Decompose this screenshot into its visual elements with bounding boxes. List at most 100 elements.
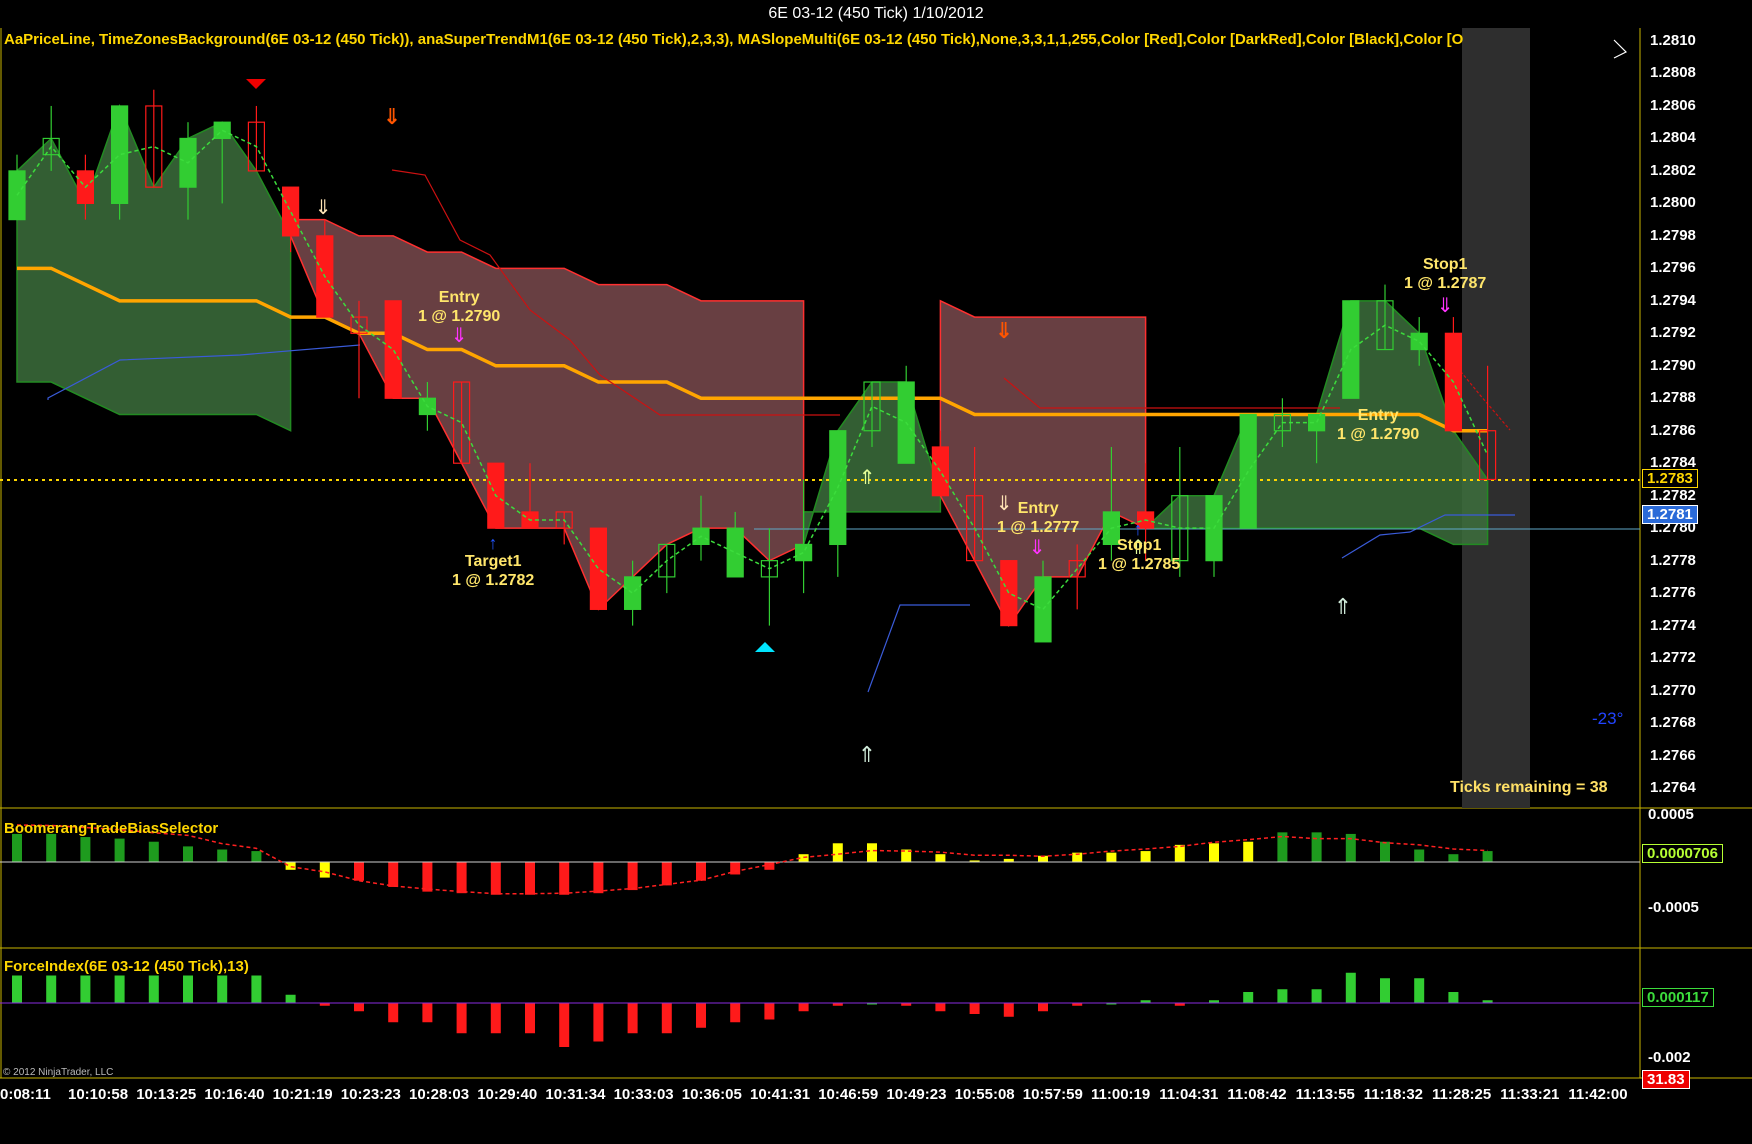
- cursor-icon: [1613, 39, 1628, 59]
- chart-canvas[interactable]: ⇓ ⇓ ⇓ ⇓ ⇑ ⇑ ⇑ ⇑ ⇓ ⇓ ⇓ ↑ ↑: [0, 0, 1752, 1144]
- price-tick: 1.2774: [1650, 616, 1696, 634]
- boomerang-panel-title: BoomerangTradeBiasSelector: [4, 820, 219, 837]
- boomerang-bar: [1482, 851, 1493, 862]
- time-tick: 11:13:55: [1295, 1086, 1355, 1103]
- boomerang-bar: [217, 849, 228, 862]
- force-bar: [183, 975, 193, 1003]
- time-tick: 10:49:23: [886, 1086, 947, 1103]
- boomerang-bar: [319, 862, 330, 878]
- force-bar: [285, 994, 296, 1003]
- stop-annotation: Stop1 1 @ 1.2785: [1098, 537, 1181, 573]
- boomerang-bar: [1140, 851, 1151, 862]
- force-bar: [114, 975, 125, 1003]
- price-tick: 1.2782: [1650, 486, 1696, 504]
- boomerang-bar: [114, 838, 125, 862]
- price-tick: 1.2770: [1650, 681, 1696, 699]
- entry-annotation: Entry 1 @ 1.2790: [1337, 407, 1420, 443]
- time-tick: 11:18:32: [1363, 1086, 1424, 1103]
- time-tick: 11:04:31: [1159, 1086, 1219, 1103]
- time-tick: 11:42:00: [1568, 1086, 1628, 1103]
- boomerang-signal-path: [16, 824, 1488, 895]
- entry-annotation: Entry 1 @ 1.2790: [418, 289, 501, 325]
- entry-arrow-icon: ⇓: [451, 325, 468, 347]
- force-bar: [1243, 992, 1254, 1003]
- force-bar: [388, 1003, 399, 1023]
- up-arrow-icon: ⇑: [859, 467, 876, 489]
- boomerang-signal-line: [16, 824, 1488, 895]
- force-bar: [559, 1003, 570, 1047]
- boomerang-bar: [696, 862, 706, 881]
- force-bar: [935, 1003, 946, 1012]
- force-value-tag: 0.000117: [1642, 988, 1714, 1007]
- force-panel-title: ForceIndex(6E 03-12 (450 Tick),13): [4, 958, 249, 975]
- boomerang-histogram: [12, 832, 1493, 895]
- boomerang-bar: [559, 862, 570, 895]
- force-extra-tag: 31.83: [1642, 1070, 1690, 1089]
- boomerang-bar: [1311, 832, 1322, 862]
- time-tick: 10:46:59: [818, 1086, 879, 1103]
- force-bar: [251, 975, 262, 1003]
- force-bar: [1380, 978, 1390, 1003]
- sell-signal-triangle: [246, 79, 266, 89]
- force-bar: [525, 1003, 535, 1034]
- force-bar: [798, 1003, 809, 1012]
- candle-body: [794, 543, 813, 562]
- candle-body: [1000, 560, 1018, 627]
- time-zone-background: [1462, 28, 1530, 808]
- copyright: © 2012 NinjaTrader, LLC: [3, 1067, 114, 1078]
- force-bar: [627, 1003, 638, 1034]
- boomerang-bar: [935, 854, 946, 862]
- candle-body: [1034, 576, 1052, 643]
- time-tick: 10:55:08: [954, 1086, 1015, 1103]
- time-tick: 10:10:58: [68, 1086, 129, 1103]
- boomerang-bar: [456, 862, 467, 894]
- price-tick: 1.2792: [1650, 324, 1696, 342]
- price-tick: 1.2776: [1650, 584, 1696, 602]
- boomerang-bar: [490, 862, 501, 895]
- stop-arrow-icon: ⇓: [1437, 295, 1454, 317]
- price-tick: 1.2790: [1650, 356, 1696, 374]
- force-bar: [1277, 989, 1288, 1003]
- force-bar: [1345, 972, 1356, 1003]
- boomerang-bar: [525, 862, 535, 895]
- boomerang-bar: [1243, 841, 1254, 862]
- force-bar: [1003, 1003, 1014, 1017]
- time-tick: 10:33:03: [613, 1086, 674, 1103]
- force-bar: [217, 975, 228, 1003]
- force-bar: [696, 1003, 706, 1028]
- boomerang-bar: [285, 862, 296, 870]
- boomerang-tick: -0.0005: [1648, 899, 1699, 916]
- boomerang-bar: [1448, 854, 1459, 862]
- force-bar: [46, 975, 57, 1003]
- time-tick: 10:29:40: [477, 1086, 538, 1103]
- up-arrow-icon: ⇑: [1334, 594, 1352, 619]
- force-bar: [969, 1003, 980, 1014]
- price-tick: 1.2804: [1650, 129, 1696, 147]
- time-tick: 11:33:21: [1500, 1086, 1560, 1103]
- time-tick: 10:28:03: [409, 1086, 470, 1103]
- candle-body: [282, 186, 300, 237]
- entry-annotation: Entry 1 @ 1.2777: [997, 500, 1080, 536]
- time-tick: 11:08:42: [1227, 1086, 1287, 1103]
- force-bar: [1448, 992, 1459, 1003]
- candle-body: [213, 121, 231, 140]
- price-tick: 1.2786: [1650, 421, 1696, 439]
- boomerang-bar: [867, 843, 877, 862]
- price-tick: 1.2806: [1650, 96, 1696, 114]
- force-bar: [730, 1003, 741, 1023]
- boomerang-bar: [1106, 852, 1117, 862]
- price-tick: 1.2808: [1650, 64, 1696, 82]
- time-tick: 10:13:25: [136, 1086, 197, 1103]
- boomerang-bar: [1209, 843, 1219, 862]
- time-tick: 0:08:11: [0, 1086, 51, 1103]
- last-price-tag: 1.2783: [1642, 469, 1698, 488]
- boomerang-tick: 0.0005: [1648, 806, 1694, 823]
- boomerang-bar: [593, 862, 604, 894]
- down-arrow-icon: ⇓: [995, 318, 1013, 343]
- buy-signal-triangle: [755, 642, 775, 652]
- price-tick: 1.2772: [1650, 649, 1696, 667]
- force-bar: [148, 975, 159, 1003]
- force-bar: [456, 1003, 467, 1034]
- force-bar: [80, 975, 91, 1003]
- price-tick: 1.2788: [1650, 389, 1696, 407]
